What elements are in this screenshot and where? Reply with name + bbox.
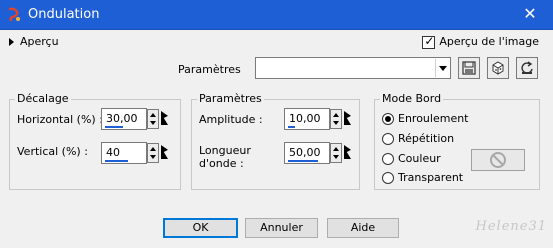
randomize-button[interactable] (487, 57, 509, 79)
presets-combo[interactable] (255, 57, 451, 79)
spinner-arrows-icon[interactable] (147, 109, 159, 129)
vertical-spinner[interactable]: 40 (101, 142, 168, 164)
offset-group-title: Décalage (15, 92, 71, 105)
radio-circle[interactable] (382, 133, 394, 145)
radio-wrap[interactable]: Enroulement (382, 112, 469, 125)
wavelength-spinner[interactable]: 50,00 (284, 142, 351, 164)
window-title: Ondulation (28, 7, 100, 22)
spinner-arrows-icon[interactable] (330, 109, 342, 129)
save-preset-button[interactable] (458, 57, 480, 79)
wavelength-slider-bar (288, 160, 318, 162)
ok-button[interactable]: OK (163, 218, 238, 238)
spinner-arrows-icon[interactable] (330, 143, 342, 163)
amplitude-spinner[interactable]: 10,00 (284, 108, 351, 130)
save-preset-icon (462, 61, 476, 75)
title-bar: Ondulation ✕ (0, 0, 553, 30)
radio-color-label: Couleur (398, 152, 441, 165)
presets-label: Paramètres (178, 63, 241, 76)
horizontal-label: Horizontal (%) : (17, 113, 103, 126)
app-icon (8, 7, 20, 22)
watermark-signature: Helene31 (475, 219, 547, 234)
close-icon[interactable]: ✕ (521, 5, 539, 23)
radio-repeat-label: Répétition (398, 132, 455, 145)
show-image-checkbox[interactable]: Aperçu de l'image (422, 34, 539, 49)
color-swatch[interactable] (471, 149, 525, 171)
horizontal-spinner[interactable]: 30,00 (101, 108, 168, 130)
dropdown-arrow-icon[interactable] (435, 59, 449, 77)
params-group-title: Paramètres (197, 92, 264, 105)
checkbox-box[interactable] (422, 34, 436, 49)
radio-circle[interactable] (382, 113, 394, 125)
help-button[interactable]: Aide (327, 218, 399, 238)
wavelength-label-line1: Longueur (199, 144, 251, 157)
radio-circle[interactable] (382, 153, 394, 165)
vertical-label: Vertical (%) : (17, 145, 88, 158)
preview-toggle[interactable]: Aperçu (9, 35, 59, 48)
radio-circle[interactable] (382, 172, 394, 184)
radio-color[interactable]: Couleur (382, 152, 441, 165)
reset-icon (521, 61, 533, 74)
preview-toggle-label: Aperçu (20, 35, 59, 48)
horizontal-slider-bar (105, 126, 123, 128)
radio-transparent[interactable]: Transparent (382, 171, 463, 184)
radio-wrap-label: Enroulement (398, 112, 469, 125)
randomize-icon (492, 61, 504, 75)
radio-transparent-label: Transparent (398, 171, 464, 184)
cancel-button[interactable]: Annuler (245, 218, 318, 238)
vertical-slider-bar (105, 160, 128, 162)
wavelength-label-line2: d'onde : (199, 157, 244, 170)
show-image-label: Aperçu de l'image (439, 35, 539, 48)
reset-button[interactable] (516, 57, 538, 79)
edge-mode-group-title: Mode Bord (380, 92, 444, 105)
amplitude-label: Amplitude : (199, 113, 263, 126)
expand-arrow-icon (9, 38, 14, 46)
spinner-arrows-icon[interactable] (147, 143, 159, 163)
no-color-icon (490, 152, 506, 168)
amplitude-slider-bar (288, 126, 295, 128)
radio-repeat[interactable]: Répétition (382, 132, 454, 145)
